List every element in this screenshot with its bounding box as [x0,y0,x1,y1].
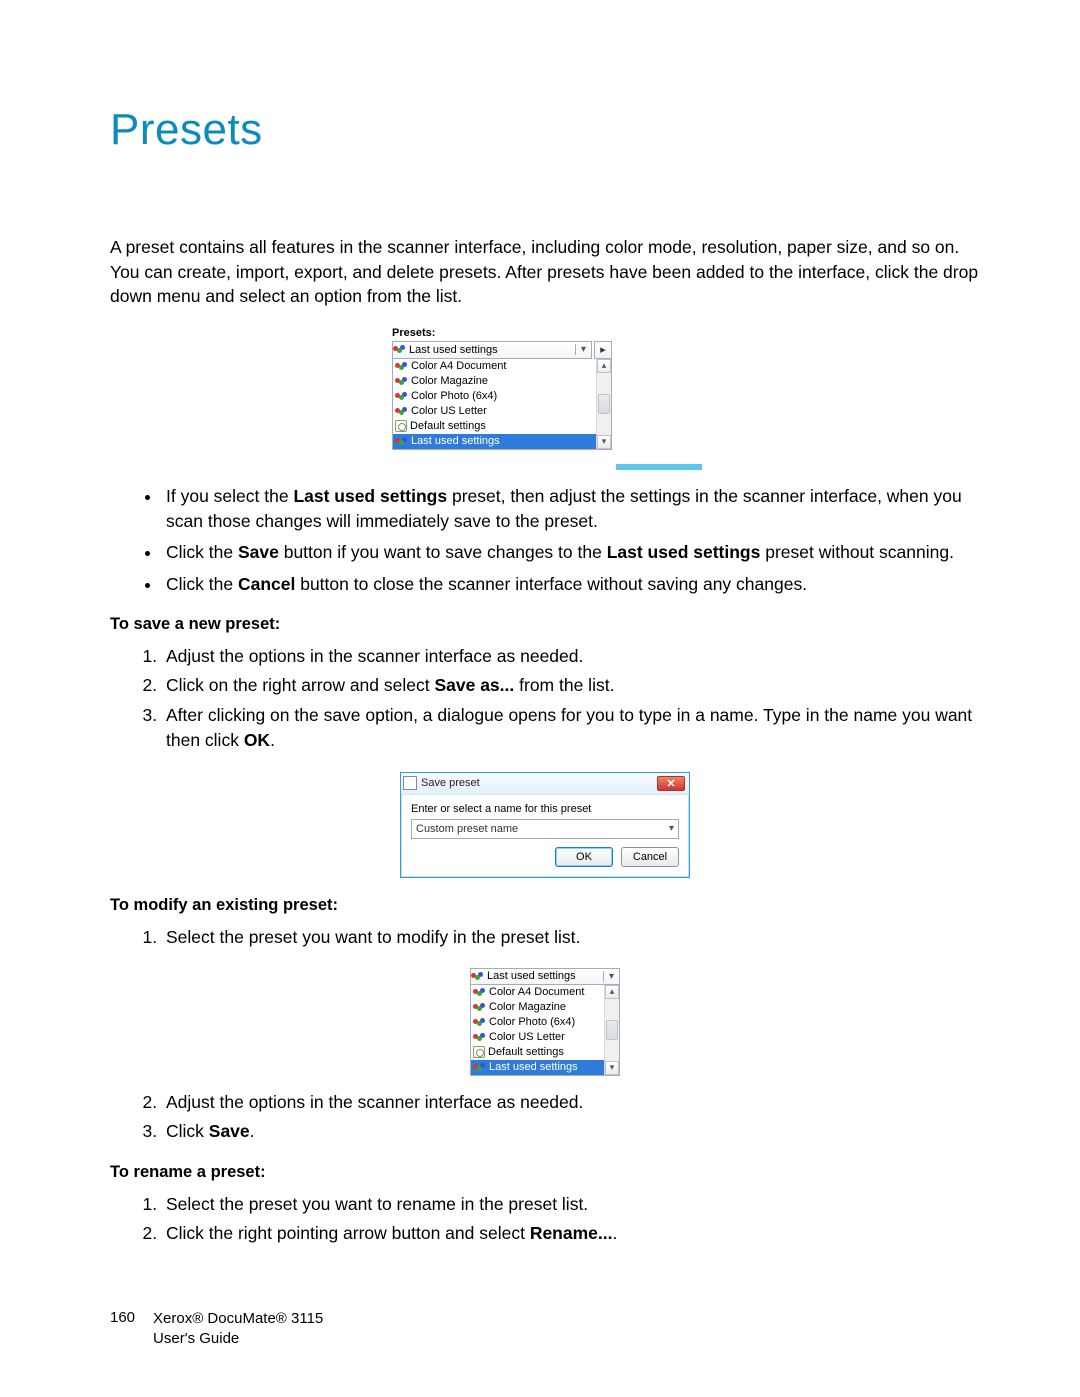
list-item[interactable]: Default settings [488,1046,564,1058]
preset-name-input[interactable]: Custom preset name ▾ [411,819,679,839]
footer-doc-title: User's Guide [153,1330,239,1347]
bullet-item: Click the Save button if you want to sav… [162,540,980,565]
scroll-up-icon[interactable]: ▴ [597,359,611,373]
list-item[interactable]: Last used settings [489,1061,578,1073]
rename-steps: Select the preset you want to rename in … [162,1192,980,1247]
list-item[interactable]: Default settings [410,420,486,432]
list-item[interactable]: Color Magazine [411,375,488,387]
preset-icon [395,406,408,417]
dialog-title: Save preset [421,777,480,789]
preset-icon [473,1002,486,1013]
preset-icon [473,987,486,998]
scroll-down-icon[interactable]: ▾ [597,435,611,449]
modify-steps: Select the preset you want to modify in … [162,925,980,950]
list-item[interactable]: Color A4 Document [411,360,506,372]
scroll-up-icon[interactable]: ▴ [605,985,619,999]
preset-icon [473,1062,486,1073]
list-item[interactable]: Color US Letter [489,1031,565,1043]
scrollbar[interactable]: ▴ ▾ [604,985,619,1075]
scroll-thumb[interactable] [606,1020,618,1040]
intro-paragraph: A preset contains all features in the sc… [110,235,980,309]
dialog-titlebar: Save preset ✕ [401,773,689,795]
page-title: Presets [110,105,980,155]
bullet-item: If you select the Last used settings pre… [162,484,980,535]
gear-icon [473,1046,485,1058]
presets-menu-arrow-button[interactable]: ▸ [594,341,612,359]
save-preset-dialog: Save preset ✕ Enter or select a name for… [400,772,690,878]
cancel-button[interactable]: Cancel [621,847,679,867]
preset-icon [473,1017,486,1028]
presets-figure: Presets: Last used settings ▾ ▸ Color A4… [388,323,702,470]
step-item: Select the preset you want to modify in … [162,925,980,950]
presets-figure-2: Last used settings ▾ Color A4 Document C… [470,968,620,1076]
preset-icon [471,971,484,982]
page-number: 160 [110,1309,135,1350]
chevron-down-icon[interactable]: ▾ [603,971,619,982]
dialog-prompt: Enter or select a name for this preset [411,803,679,815]
list-item[interactable]: Color Photo (6x4) [411,390,497,402]
list-item[interactable]: Color US Letter [411,405,487,417]
bullet-list: If you select the Last used settings pre… [162,484,980,598]
ok-button[interactable]: OK [555,847,613,867]
save-steps: Adjust the options in the scanner interf… [162,644,980,754]
modify-preset-heading: To modify an existing preset: [110,896,980,915]
presets-combobox-value: Last used settings [409,344,498,356]
chevron-down-icon[interactable]: ▾ [669,823,674,834]
bullet-item: Click the Cancel button to close the sca… [162,572,980,597]
gear-icon [395,420,407,432]
preset-icon [395,376,408,387]
modify-steps-cont: Adjust the options in the scanner interf… [162,1090,980,1145]
footer-product: Xerox® DocuMate® 3115 [153,1310,323,1327]
close-button[interactable]: ✕ [657,776,685,791]
preset-icon [395,436,408,447]
presets-listbox[interactable]: Color A4 Document Color Magazine Color P… [392,359,612,450]
preset-icon [473,1032,486,1043]
presets-label: Presets: [392,327,612,339]
step-item: After clicking on the save option, a dia… [162,703,980,754]
scrollbar[interactable]: ▴ ▾ [596,359,611,449]
chevron-down-icon[interactable]: ▾ [575,344,591,355]
preset-name-value: Custom preset name [416,823,518,835]
list-item[interactable]: Color A4 Document [489,986,584,998]
step-item: Adjust the options in the scanner interf… [162,644,980,669]
scroll-thumb[interactable] [598,394,610,414]
step-item: Adjust the options in the scanner interf… [162,1090,980,1115]
preset-icon [393,344,406,355]
page-footer: 160 Xerox® DocuMate® 3115 User's Guide [110,1309,323,1350]
preset-icon [395,361,408,372]
presets-listbox[interactable]: Color A4 Document Color Magazine Color P… [470,985,620,1076]
step-item: Click on the right arrow and select Save… [162,673,980,698]
step-item: Click Save. [162,1119,980,1144]
preset-icon [395,391,408,402]
dialog-icon [403,776,417,790]
step-item: Select the preset you want to rename in … [162,1192,980,1217]
list-item[interactable]: Color Magazine [489,1001,566,1013]
scroll-down-icon[interactable]: ▾ [605,1061,619,1075]
step-item: Click the right pointing arrow button an… [162,1221,980,1246]
rename-preset-heading: To rename a preset: [110,1163,980,1182]
list-item[interactable]: Color Photo (6x4) [489,1016,575,1028]
presets-combobox-value: Last used settings [487,970,576,982]
presets-combobox[interactable]: Last used settings ▾ [392,341,592,359]
list-item[interactable]: Last used settings [411,435,500,447]
presets-combobox[interactable]: Last used settings ▾ [470,968,620,985]
save-preset-heading: To save a new preset: [110,615,980,634]
